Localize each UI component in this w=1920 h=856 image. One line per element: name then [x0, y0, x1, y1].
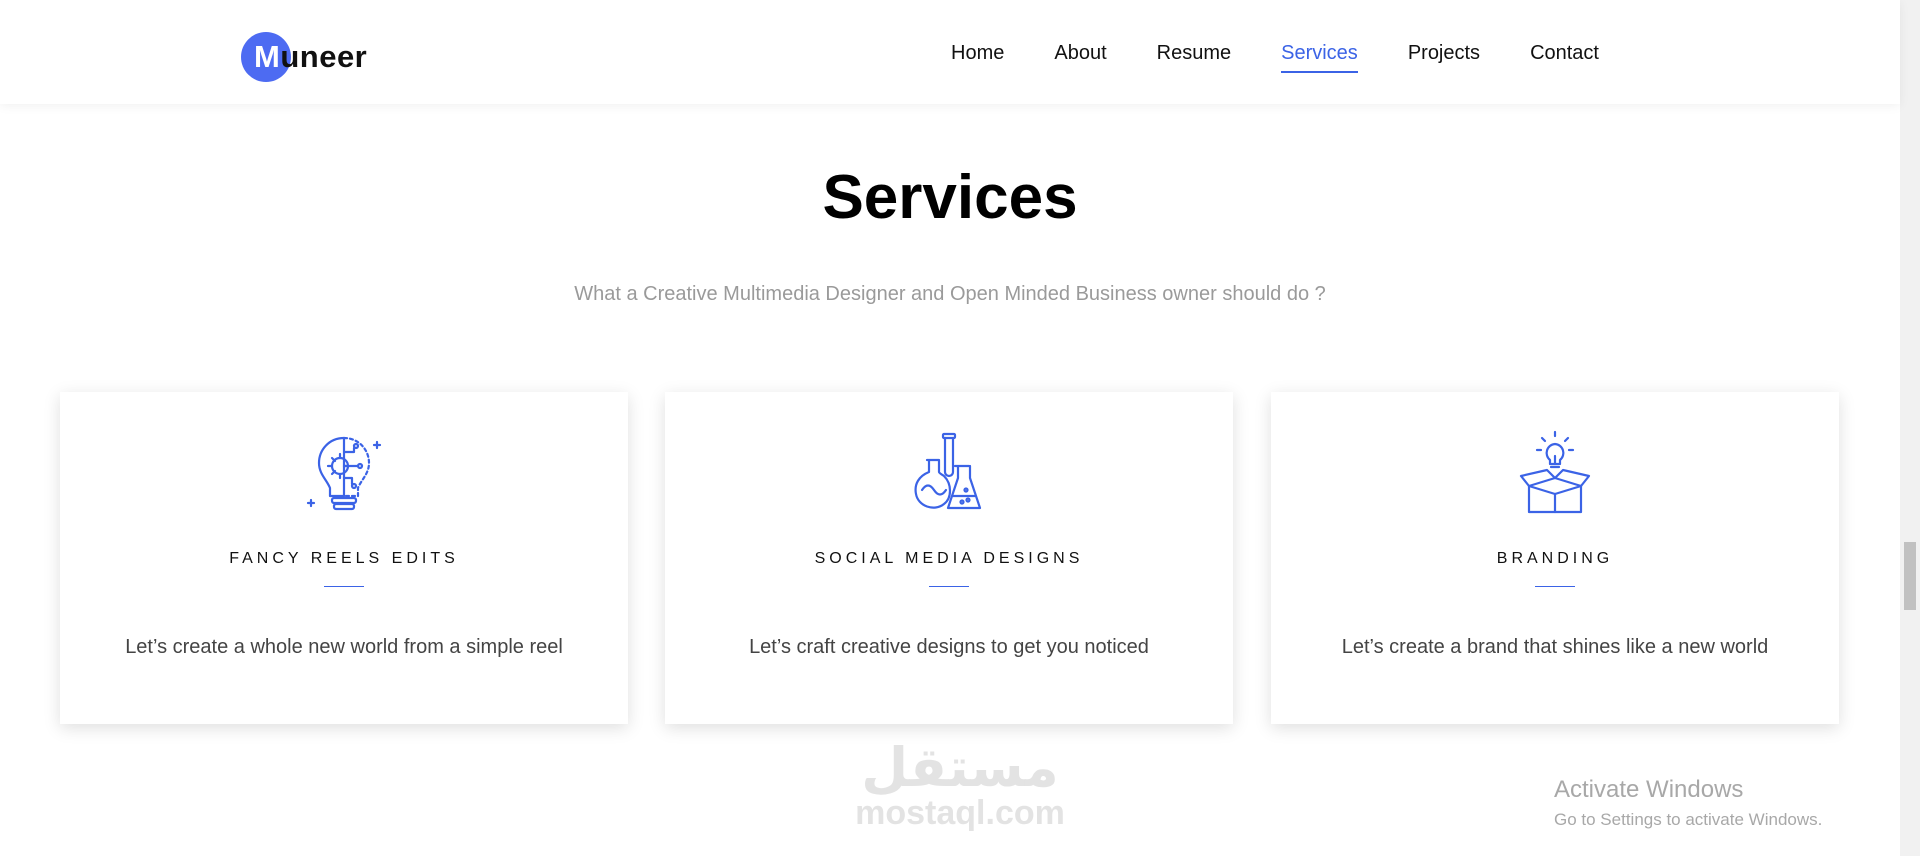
watermark-latin: mostaql.com [855, 794, 1065, 832]
service-card-social[interactable]: SOCIAL MEDIA DESIGNS Let’s craft creativ… [665, 392, 1233, 724]
card-title: SOCIAL MEDIA DESIGNS [814, 550, 1084, 567]
main-nav: Home About Resume Services Projects Cont… [951, 42, 1599, 73]
watermark-arabic: مستقل [861, 736, 1059, 799]
card-title: FANCY REELS EDITS [229, 550, 459, 567]
card-divider [929, 586, 969, 587]
logo-text: Muneer [254, 39, 368, 74]
card-text: Let’s create a brand that shines like a … [1341, 636, 1769, 658]
activate-title: Activate Windows [1554, 776, 1744, 803]
scrollbar[interactable] [1900, 0, 1920, 856]
bulb-gear-icon [306, 436, 382, 511]
section-title: Services [822, 163, 1078, 232]
card-divider [324, 586, 364, 587]
service-card-reels[interactable]: FANCY REELS EDITS Let’s create a whole n… [60, 392, 628, 724]
card-text: Let’s craft creative designs to get you … [749, 636, 1149, 658]
activate-windows-notice: Activate Windows Go to Settings to activ… [1554, 776, 1822, 830]
card-title: BRANDING [1496, 550, 1614, 567]
card-divider [1535, 586, 1575, 587]
nav-contact[interactable]: Contact [1530, 42, 1599, 73]
logo[interactable]: Muneer [241, 32, 367, 82]
box-idea-icon [1519, 430, 1591, 514]
service-card-branding[interactable]: BRANDING Let’s create a brand that shine… [1271, 392, 1839, 724]
activate-subtitle: Go to Settings to activate Windows. [1554, 810, 1823, 829]
lab-flasks-icon [914, 432, 982, 510]
nav-projects[interactable]: Projects [1408, 42, 1480, 73]
scrollbar-thumb[interactable] [1904, 542, 1916, 610]
site-header: Muneer Home About Resume Services Projec… [0, 0, 1900, 104]
card-text: Let’s create a whole new world from a si… [125, 636, 563, 658]
nav-services[interactable]: Services [1281, 42, 1358, 73]
watermark: مستقل mostaql.com [845, 740, 1075, 833]
section-subtitle: What a Creative Multimedia Designer and … [574, 283, 1326, 305]
nav-resume[interactable]: Resume [1157, 42, 1231, 73]
nav-about[interactable]: About [1054, 42, 1106, 73]
nav-home[interactable]: Home [951, 42, 1004, 73]
